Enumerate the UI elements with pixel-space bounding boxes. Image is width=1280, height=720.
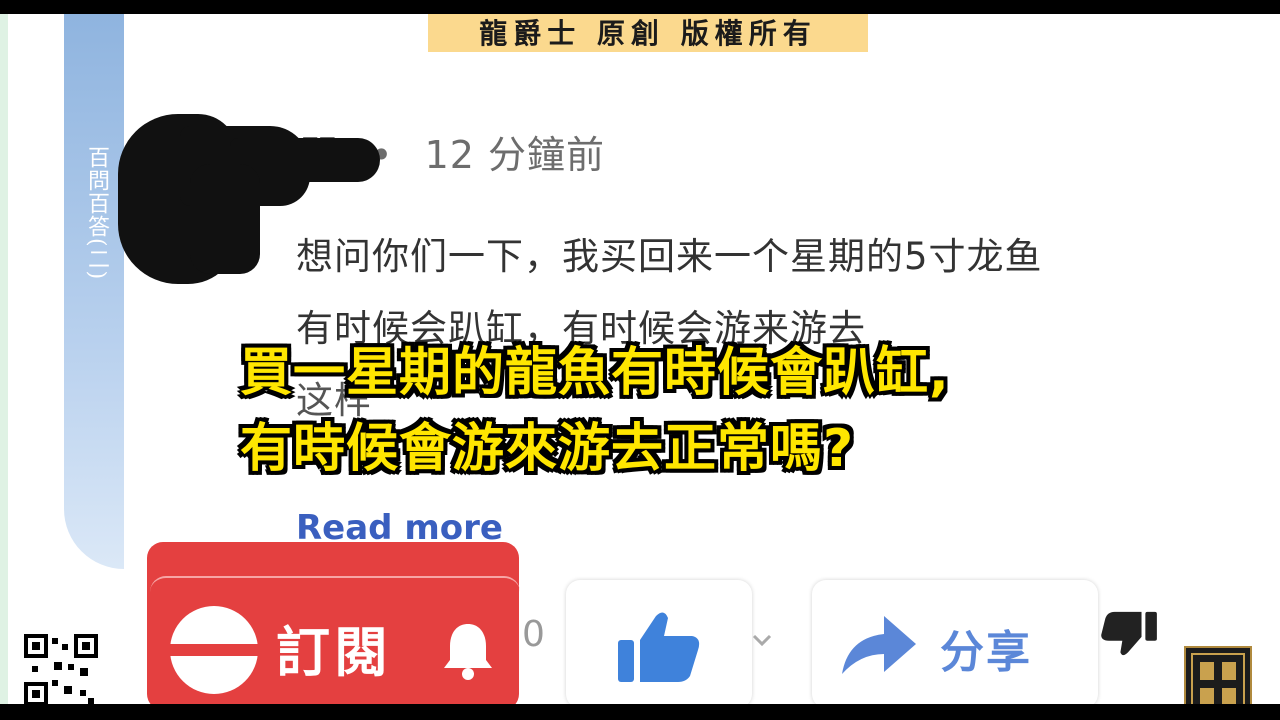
bell-icon: [444, 624, 492, 680]
like-count: 0: [522, 614, 545, 655]
subscribe-button[interactable]: 訂閱: [147, 542, 520, 704]
subscribe-inner: 訂閱: [150, 576, 520, 704]
left-edge: [0, 14, 8, 704]
seal-stamp-icon: [1184, 646, 1252, 704]
redaction-blob: [190, 164, 260, 274]
like-button[interactable]: [566, 580, 752, 704]
share-label: 分享: [940, 627, 1032, 678]
comment-time: 12 分鐘前: [424, 133, 606, 177]
share-button[interactable]: 分享: [812, 580, 1098, 704]
caption-line-1: 買一星期的龍魚有時候會趴缸,: [240, 343, 950, 403]
caption-line-2: 有時候會游來游去正常嗎?: [240, 419, 855, 479]
comment-line-1: 想问你们一下，我买回来一个星期的5寸龙鱼: [296, 235, 1043, 278]
copyright-banner: 龍爵士 原創 版權所有: [428, 14, 868, 52]
subscribe-label: 訂閱: [276, 621, 392, 684]
video-frame: 百問百答(二) 龍爵士 原創 版權所有 弱 • 12 分鐘前 想问你们一下，我买…: [0, 14, 1280, 704]
thumbs-up-icon: [618, 612, 700, 682]
bottom-letterbox: [0, 704, 1280, 720]
channel-avatar: [170, 606, 258, 694]
series-title: 百問百答(二): [84, 146, 109, 281]
qr-code-icon[interactable]: [24, 634, 98, 704]
share-arrow-icon: [842, 616, 916, 674]
thumbs-down-icon[interactable]: [1100, 610, 1160, 658]
read-more-link[interactable]: Read more: [296, 508, 503, 544]
chevron-icon: [752, 634, 772, 646]
series-sidebar: [64, 14, 124, 569]
